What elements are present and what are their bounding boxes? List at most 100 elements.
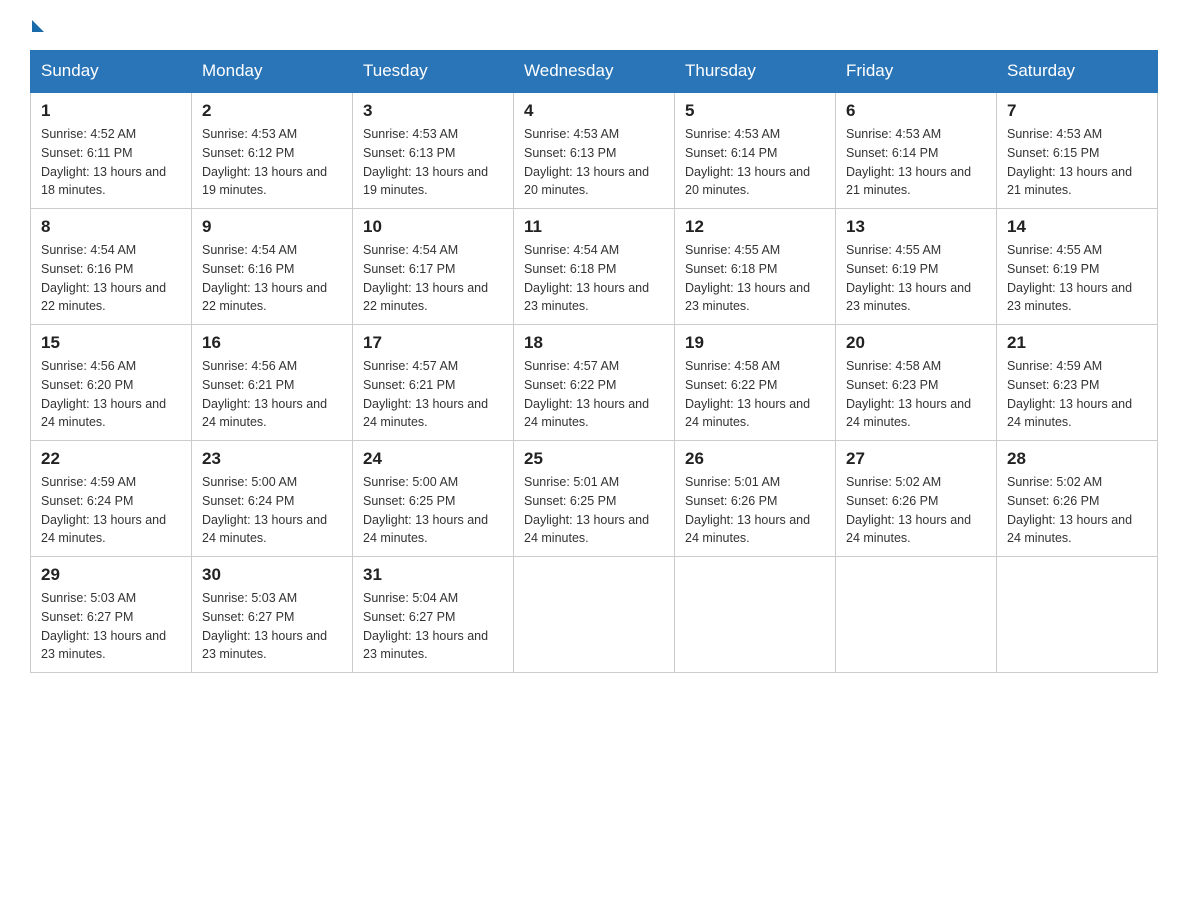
day-info: Sunrise: 4:59 AM Sunset: 6:23 PM Dayligh… [1007, 357, 1147, 432]
day-info: Sunrise: 4:58 AM Sunset: 6:22 PM Dayligh… [685, 357, 825, 432]
calendar-cell: 9 Sunrise: 4:54 AM Sunset: 6:16 PM Dayli… [192, 209, 353, 325]
sunset-label: Sunset: 6:24 PM [41, 494, 133, 508]
calendar-header-saturday: Saturday [997, 51, 1158, 93]
day-number: 5 [685, 101, 825, 121]
day-info: Sunrise: 4:54 AM Sunset: 6:18 PM Dayligh… [524, 241, 664, 316]
daylight-label: Daylight: 13 hours and 22 minutes. [202, 281, 327, 314]
day-number: 22 [41, 449, 181, 469]
day-number: 24 [363, 449, 503, 469]
calendar-cell: 6 Sunrise: 4:53 AM Sunset: 6:14 PM Dayli… [836, 92, 997, 209]
sunrise-label: Sunrise: 5:02 AM [1007, 475, 1102, 489]
day-number: 28 [1007, 449, 1147, 469]
day-info: Sunrise: 4:54 AM Sunset: 6:16 PM Dayligh… [41, 241, 181, 316]
day-info: Sunrise: 5:01 AM Sunset: 6:25 PM Dayligh… [524, 473, 664, 548]
day-info: Sunrise: 4:53 AM Sunset: 6:15 PM Dayligh… [1007, 125, 1147, 200]
calendar-cell: 23 Sunrise: 5:00 AM Sunset: 6:24 PM Dayl… [192, 441, 353, 557]
calendar-cell: 19 Sunrise: 4:58 AM Sunset: 6:22 PM Dayl… [675, 325, 836, 441]
sunrise-label: Sunrise: 4:56 AM [41, 359, 136, 373]
calendar-header-thursday: Thursday [675, 51, 836, 93]
day-info: Sunrise: 4:57 AM Sunset: 6:21 PM Dayligh… [363, 357, 503, 432]
sunset-label: Sunset: 6:22 PM [524, 378, 616, 392]
daylight-label: Daylight: 13 hours and 24 minutes. [1007, 397, 1132, 430]
calendar-cell: 30 Sunrise: 5:03 AM Sunset: 6:27 PM Dayl… [192, 557, 353, 673]
calendar-cell: 16 Sunrise: 4:56 AM Sunset: 6:21 PM Dayl… [192, 325, 353, 441]
sunset-label: Sunset: 6:12 PM [202, 146, 294, 160]
day-info: Sunrise: 4:55 AM Sunset: 6:19 PM Dayligh… [846, 241, 986, 316]
calendar-cell: 22 Sunrise: 4:59 AM Sunset: 6:24 PM Dayl… [31, 441, 192, 557]
day-info: Sunrise: 5:03 AM Sunset: 6:27 PM Dayligh… [41, 589, 181, 664]
calendar-cell: 26 Sunrise: 5:01 AM Sunset: 6:26 PM Dayl… [675, 441, 836, 557]
sunset-label: Sunset: 6:27 PM [202, 610, 294, 624]
calendar-cell: 28 Sunrise: 5:02 AM Sunset: 6:26 PM Dayl… [997, 441, 1158, 557]
sunrise-label: Sunrise: 4:53 AM [1007, 127, 1102, 141]
sunrise-label: Sunrise: 4:57 AM [524, 359, 619, 373]
daylight-label: Daylight: 13 hours and 24 minutes. [1007, 513, 1132, 546]
daylight-label: Daylight: 13 hours and 23 minutes. [846, 281, 971, 314]
sunrise-label: Sunrise: 5:04 AM [363, 591, 458, 605]
daylight-label: Daylight: 13 hours and 24 minutes. [685, 513, 810, 546]
calendar-week-3: 15 Sunrise: 4:56 AM Sunset: 6:20 PM Dayl… [31, 325, 1158, 441]
calendar-cell: 13 Sunrise: 4:55 AM Sunset: 6:19 PM Dayl… [836, 209, 997, 325]
day-info: Sunrise: 4:54 AM Sunset: 6:17 PM Dayligh… [363, 241, 503, 316]
sunrise-label: Sunrise: 4:55 AM [1007, 243, 1102, 257]
daylight-label: Daylight: 13 hours and 24 minutes. [41, 513, 166, 546]
sunrise-label: Sunrise: 5:00 AM [363, 475, 458, 489]
sunrise-label: Sunrise: 5:03 AM [202, 591, 297, 605]
daylight-label: Daylight: 13 hours and 22 minutes. [41, 281, 166, 314]
sunrise-label: Sunrise: 4:54 AM [363, 243, 458, 257]
day-number: 17 [363, 333, 503, 353]
day-number: 30 [202, 565, 342, 585]
sunset-label: Sunset: 6:14 PM [685, 146, 777, 160]
day-info: Sunrise: 4:52 AM Sunset: 6:11 PM Dayligh… [41, 125, 181, 200]
day-number: 15 [41, 333, 181, 353]
calendar-cell: 14 Sunrise: 4:55 AM Sunset: 6:19 PM Dayl… [997, 209, 1158, 325]
calendar-cell: 25 Sunrise: 5:01 AM Sunset: 6:25 PM Dayl… [514, 441, 675, 557]
day-number: 25 [524, 449, 664, 469]
sunset-label: Sunset: 6:21 PM [363, 378, 455, 392]
calendar-week-5: 29 Sunrise: 5:03 AM Sunset: 6:27 PM Dayl… [31, 557, 1158, 673]
day-info: Sunrise: 5:03 AM Sunset: 6:27 PM Dayligh… [202, 589, 342, 664]
sunset-label: Sunset: 6:26 PM [685, 494, 777, 508]
daylight-label: Daylight: 13 hours and 18 minutes. [41, 165, 166, 198]
day-info: Sunrise: 5:01 AM Sunset: 6:26 PM Dayligh… [685, 473, 825, 548]
daylight-label: Daylight: 13 hours and 19 minutes. [202, 165, 327, 198]
daylight-label: Daylight: 13 hours and 24 minutes. [846, 397, 971, 430]
daylight-label: Daylight: 13 hours and 24 minutes. [685, 397, 810, 430]
daylight-label: Daylight: 13 hours and 24 minutes. [202, 397, 327, 430]
calendar-cell: 1 Sunrise: 4:52 AM Sunset: 6:11 PM Dayli… [31, 92, 192, 209]
daylight-label: Daylight: 13 hours and 23 minutes. [41, 629, 166, 662]
calendar-cell: 10 Sunrise: 4:54 AM Sunset: 6:17 PM Dayl… [353, 209, 514, 325]
day-info: Sunrise: 4:58 AM Sunset: 6:23 PM Dayligh… [846, 357, 986, 432]
calendar-cell: 2 Sunrise: 4:53 AM Sunset: 6:12 PM Dayli… [192, 92, 353, 209]
calendar-cell: 12 Sunrise: 4:55 AM Sunset: 6:18 PM Dayl… [675, 209, 836, 325]
day-number: 26 [685, 449, 825, 469]
calendar-header-tuesday: Tuesday [353, 51, 514, 93]
day-number: 21 [1007, 333, 1147, 353]
day-number: 2 [202, 101, 342, 121]
sunset-label: Sunset: 6:17 PM [363, 262, 455, 276]
page-header [30, 20, 1158, 32]
day-number: 1 [41, 101, 181, 121]
day-info: Sunrise: 5:00 AM Sunset: 6:24 PM Dayligh… [202, 473, 342, 548]
calendar-cell: 11 Sunrise: 4:54 AM Sunset: 6:18 PM Dayl… [514, 209, 675, 325]
sunrise-label: Sunrise: 4:53 AM [202, 127, 297, 141]
sunrise-label: Sunrise: 5:01 AM [685, 475, 780, 489]
sunrise-label: Sunrise: 4:56 AM [202, 359, 297, 373]
calendar-cell: 31 Sunrise: 5:04 AM Sunset: 6:27 PM Dayl… [353, 557, 514, 673]
sunset-label: Sunset: 6:13 PM [363, 146, 455, 160]
sunset-label: Sunset: 6:26 PM [1007, 494, 1099, 508]
sunset-label: Sunset: 6:18 PM [524, 262, 616, 276]
daylight-label: Daylight: 13 hours and 24 minutes. [41, 397, 166, 430]
sunset-label: Sunset: 6:21 PM [202, 378, 294, 392]
calendar-cell [836, 557, 997, 673]
day-number: 4 [524, 101, 664, 121]
day-info: Sunrise: 4:53 AM Sunset: 6:12 PM Dayligh… [202, 125, 342, 200]
logo-triangle-icon [32, 20, 44, 32]
day-info: Sunrise: 4:55 AM Sunset: 6:18 PM Dayligh… [685, 241, 825, 316]
sunrise-label: Sunrise: 4:53 AM [685, 127, 780, 141]
day-number: 27 [846, 449, 986, 469]
daylight-label: Daylight: 13 hours and 22 minutes. [363, 281, 488, 314]
sunset-label: Sunset: 6:16 PM [202, 262, 294, 276]
sunset-label: Sunset: 6:16 PM [41, 262, 133, 276]
day-number: 14 [1007, 217, 1147, 237]
